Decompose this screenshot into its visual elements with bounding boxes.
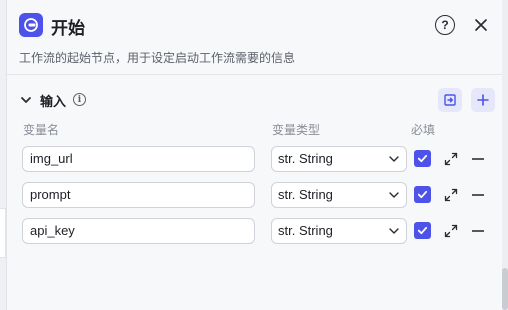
import-icon — [444, 94, 456, 106]
variable-name-input[interactable]: prompt — [22, 182, 255, 208]
section-title: 输入 — [40, 94, 67, 109]
scrollbar-thumb[interactable] — [502, 268, 508, 310]
remove-icon[interactable] — [472, 194, 484, 196]
panel-title: 开始 — [51, 19, 85, 38]
check-icon — [417, 226, 428, 235]
required-checkbox[interactable] — [414, 150, 431, 167]
variable-row: img_url str. String — [7, 146, 503, 172]
chevron-down-icon — [389, 192, 399, 198]
variable-name-input[interactable]: img_url — [22, 146, 255, 172]
remove-icon[interactable] — [472, 230, 484, 232]
variable-type-select[interactable]: str. String — [271, 182, 407, 208]
expand-icon[interactable] — [443, 187, 459, 203]
column-header-required: 必填 — [411, 123, 436, 137]
variable-type-select[interactable]: str. String — [271, 218, 407, 244]
variable-type-value: str. String — [278, 187, 333, 202]
plus-icon — [477, 94, 489, 106]
chevron-down-icon[interactable] — [19, 93, 33, 107]
input-section-header: 输入 i — [7, 86, 503, 114]
variable-type-select[interactable]: str. String — [271, 146, 407, 172]
column-header-type: 变量类型 — [272, 123, 321, 137]
panel-header: 开始 ? — [7, 0, 503, 52]
check-icon — [417, 190, 428, 199]
expand-icon[interactable] — [443, 151, 459, 167]
required-checkbox[interactable] — [414, 222, 431, 239]
start-node-icon — [19, 13, 43, 37]
expand-icon[interactable] — [443, 223, 459, 239]
chevron-down-icon — [389, 156, 399, 162]
column-header-name: 变量名 — [23, 123, 60, 137]
add-variable-button[interactable] — [471, 88, 495, 112]
scrollbar[interactable] — [502, 0, 508, 310]
divider — [7, 74, 503, 75]
variable-type-value: str. String — [278, 151, 333, 166]
remove-icon[interactable] — [472, 158, 484, 160]
variable-row: api_key str. String — [7, 218, 503, 244]
help-icon[interactable]: ? — [435, 15, 455, 35]
import-button[interactable] — [438, 88, 462, 112]
variable-type-value: str. String — [278, 223, 333, 238]
variable-name-input[interactable]: api_key — [22, 218, 255, 244]
start-node-panel: 开始 ? 工作流的起始节点，用于设定启动工作流需要的信息 输入 i 变量名 变量… — [6, 0, 503, 310]
required-checkbox[interactable] — [414, 186, 431, 203]
info-icon[interactable]: i — [73, 93, 86, 106]
check-icon — [417, 154, 428, 163]
chevron-down-icon — [389, 228, 399, 234]
variable-row: prompt str. String — [7, 182, 503, 208]
panel-description: 工作流的起始节点，用于设定启动工作流需要的信息 — [19, 51, 296, 65]
close-icon[interactable] — [471, 15, 491, 35]
